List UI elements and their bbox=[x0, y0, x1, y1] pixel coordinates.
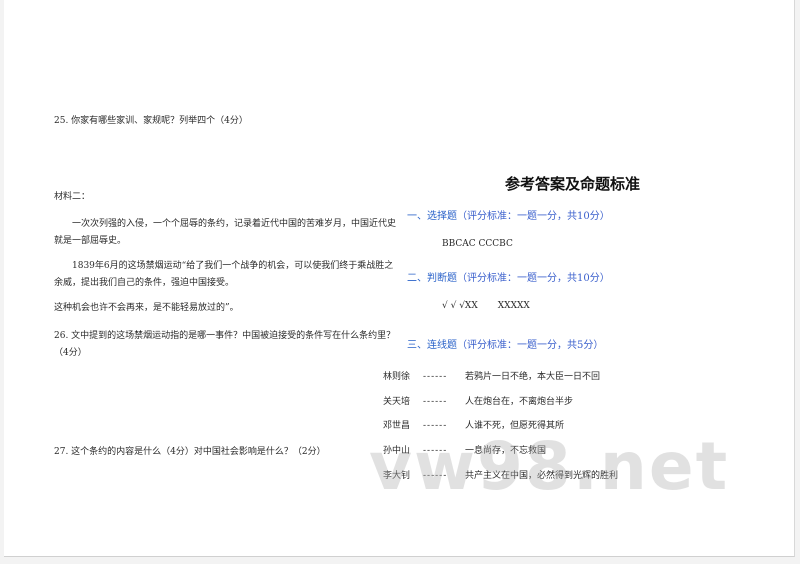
material-paragraph-1: 一次次列强的入侵，一个个屈辱的条约，记录着近代中国的苦难岁月，中国近代史就是一部… bbox=[54, 219, 397, 246]
answer-key-title: 参考答案及命题标准 bbox=[505, 175, 641, 193]
section-heading: 二、判断题 bbox=[407, 273, 457, 284]
document-page: 25. 你家有哪些家训、家规呢？列举四个（4分） 材料二： 一次次列强的入侵，一… bbox=[4, 0, 795, 557]
connector: ------ bbox=[423, 397, 448, 407]
question-25: 25. 你家有哪些家训、家规呢？列举四个（4分） bbox=[54, 116, 248, 126]
watermark: vw98.net bbox=[369, 428, 730, 505]
material-label: 材料二： bbox=[54, 192, 91, 202]
person-name: 林则徐 bbox=[383, 372, 411, 382]
quote: 人在炮台在，不离炮台半步 bbox=[465, 397, 574, 407]
true-false-answers: √ √ √XX XXXXX bbox=[442, 301, 530, 311]
matching-row: 关天培 ------ 人在炮台在，不离炮台半步 bbox=[383, 394, 573, 407]
matching-row: 林则徐 ------ 若鸦片一日不绝，本大臣一日不回 bbox=[383, 369, 600, 382]
question-27: 27. 这个条约的内容是什么（4分）对中国社会影响是什么？（2分） bbox=[54, 447, 326, 457]
section-matching: 三、连线题（评分标准：一题一分，共5分） bbox=[407, 336, 603, 351]
section-true-false: 二、判断题（评分标准：一题一分，共10分） bbox=[407, 269, 610, 284]
quote: 若鸦片一日不绝，本大臣一日不回 bbox=[465, 372, 601, 382]
section-heading: 一、选择题 bbox=[407, 211, 457, 222]
section-multiple-choice: 一、选择题（评分标准：一题一分，共10分） bbox=[407, 207, 610, 222]
material-paragraph-3: 这种机会也许不会再来，是不能轻易放过的”。 bbox=[54, 303, 239, 313]
scoring-standard: （评分标准：一题一分，共5分） bbox=[457, 340, 604, 351]
material-paragraph-2: 1839年6月的这场禁烟运动“给了我们一个战争的机会，可以使我们终于乘战胜之余威… bbox=[54, 261, 394, 288]
choice-answers: BBCAC CCCBC bbox=[442, 239, 513, 249]
section-heading: 三、连线题 bbox=[407, 340, 457, 351]
question-26: 26. 文中提到的这场禁烟运动指的是哪一事件？中国被迫接受的条件写在什么条约里？… bbox=[54, 331, 396, 358]
connector: ------ bbox=[423, 372, 448, 382]
scoring-standard: （评分标准：一题一分，共10分） bbox=[457, 273, 610, 284]
scoring-standard: （评分标准：一题一分，共10分） bbox=[457, 211, 610, 222]
person-name: 关天培 bbox=[383, 397, 411, 407]
